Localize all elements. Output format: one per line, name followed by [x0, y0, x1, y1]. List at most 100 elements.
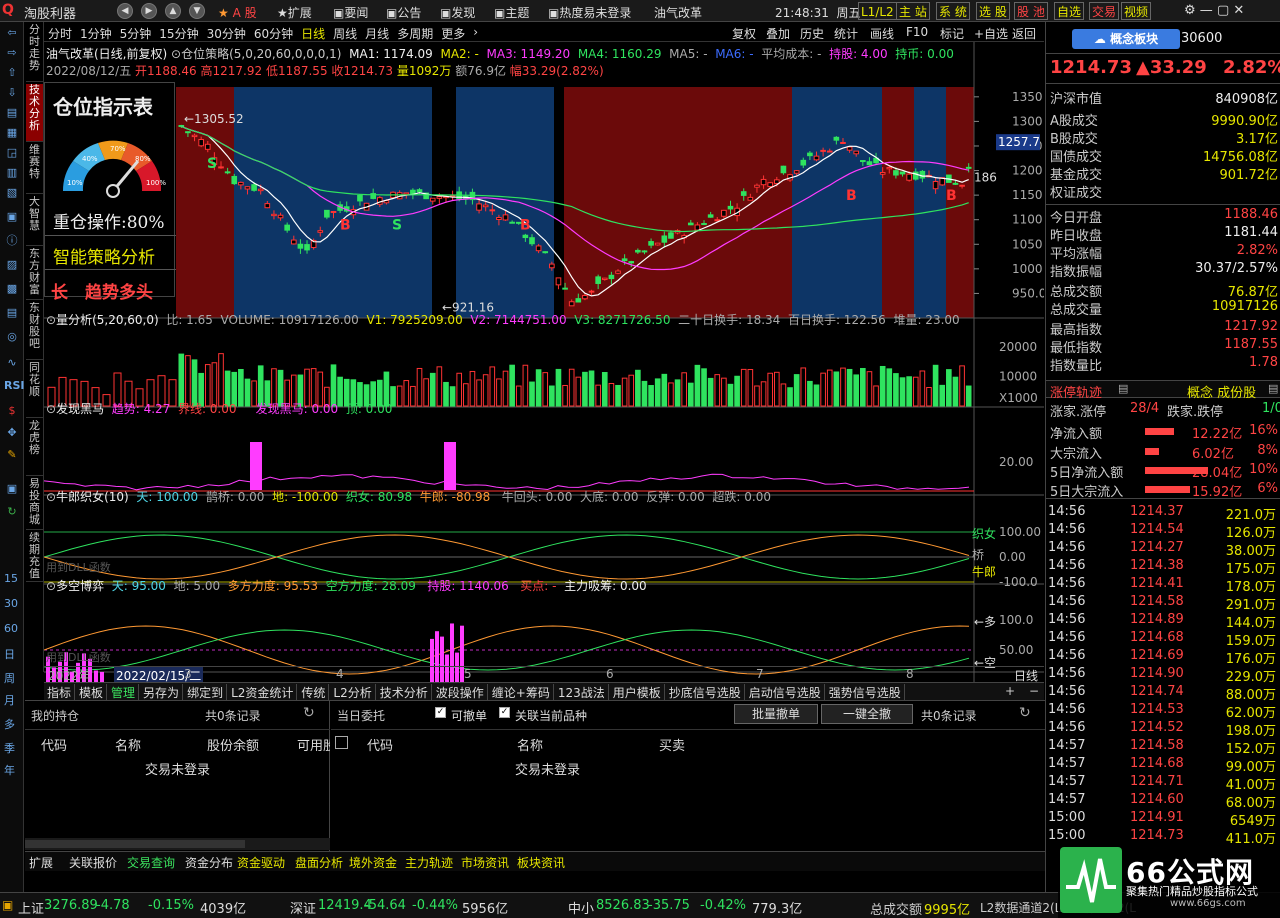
index-name[interactable]: 中小	[568, 898, 594, 917]
bottom-tab[interactable]: 板块资讯	[517, 854, 565, 871]
chart-tool-button[interactable]: 历史	[800, 25, 824, 42]
function-tab[interactable]: 模板	[79, 684, 108, 701]
limit-track-tab[interactable]: 涨停轨迹	[1050, 382, 1102, 401]
index-name[interactable]: 上证	[18, 898, 44, 917]
period-tab[interactable]: 月线	[365, 25, 389, 42]
nav-back-icon[interactable]: ◀	[117, 3, 133, 19]
vertical-tab[interactable]: 维赛特	[26, 144, 43, 194]
menu-a-shares[interactable]: ★ A 股	[218, 4, 257, 21]
bottom-tab[interactable]: 资金分布	[185, 854, 233, 871]
index-icon[interactable]: ▨	[4, 258, 20, 272]
function-tab[interactable]: 指标	[47, 684, 76, 701]
settings-icon[interactable]: ⚙	[1184, 3, 1196, 18]
menu-hot[interactable]: ▣热度易未登录	[548, 4, 631, 21]
menu-topic[interactable]: ▣主题	[494, 4, 529, 21]
menu-news[interactable]: ▣要闻	[333, 4, 368, 21]
period-tab[interactable]: 多周期	[397, 25, 433, 42]
top-button[interactable]: 自选	[1054, 2, 1085, 20]
period-tab[interactable]: 15分钟	[159, 25, 198, 42]
function-tab[interactable]: 管理	[111, 684, 140, 701]
fund-icon[interactable]: ▣	[4, 210, 20, 224]
period-shortcut[interactable]: 年	[4, 762, 15, 778]
refresh-icon[interactable]: ↻	[303, 705, 315, 721]
chevron-down-icon[interactable]: ⊙	[171, 47, 181, 61]
back-icon[interactable]: ⇦	[4, 26, 20, 40]
index-name[interactable]: 深证	[290, 898, 316, 917]
function-tab[interactable]: 绑定到	[187, 684, 228, 701]
maximize-icon[interactable]: ▢	[1217, 3, 1229, 18]
top-button[interactable]: 交易	[1089, 2, 1120, 20]
chevron-down-icon[interactable]: ⊙	[46, 402, 56, 416]
vertical-tab[interactable]: 大智慧	[26, 196, 43, 246]
vertical-tab[interactable]: 易投商城	[26, 478, 43, 530]
vertical-tab[interactable]: 龙虎榜	[26, 420, 43, 476]
menu-discover[interactable]: ▣发现	[440, 4, 475, 21]
period-shortcut[interactable]: 周	[4, 670, 15, 686]
top-button[interactable]: 系 统	[936, 2, 970, 20]
function-tab[interactable]: 缠论+筹码	[492, 684, 554, 701]
period-shortcut[interactable]: 60	[4, 622, 18, 635]
fs-icon[interactable]: ▣	[4, 482, 20, 496]
function-tab[interactable]: 技术分析	[380, 684, 432, 701]
dollar-icon[interactable]: $	[4, 404, 20, 418]
function-tab[interactable]: 123战法	[558, 684, 609, 701]
period-shortcut[interactable]: 30	[4, 597, 18, 610]
chevron-right-icon[interactable]: ›	[473, 25, 478, 39]
vertical-tab[interactable]: 东方财富	[26, 248, 43, 300]
nav-forward-icon[interactable]: ▶	[141, 3, 157, 19]
period-tab[interactable]: 5分钟	[120, 25, 152, 42]
function-tab[interactable]: 启动信号选股	[749, 684, 825, 701]
forward-icon[interactable]: ⇨	[4, 46, 20, 60]
bottom-tab[interactable]: 境外资金	[349, 854, 397, 871]
period-shortcut[interactable]: 月	[4, 692, 15, 708]
bottom-tab[interactable]: 资金驱动	[237, 854, 285, 871]
period-shortcut[interactable]: 季	[4, 740, 15, 756]
nav-up-icon[interactable]: ▲	[165, 3, 181, 19]
bottom-tab[interactable]: 交易查询	[127, 854, 175, 871]
chart-icon[interactable]: ◲	[4, 146, 20, 160]
period-tab[interactable]: 周线	[333, 25, 357, 42]
refresh-icon[interactable]: ↻	[1019, 705, 1031, 721]
top-button[interactable]: 主 站	[896, 2, 930, 20]
holdings-scrollbar[interactable]	[25, 838, 330, 850]
info-icon[interactable]: ⓘ	[4, 234, 20, 248]
pen-icon[interactable]: ✎	[4, 448, 20, 462]
function-tab[interactable]: 强势信号选股	[829, 684, 905, 701]
bottom-tab[interactable]: 盘面分析	[295, 854, 343, 871]
period-shortcut[interactable]: 日	[4, 646, 15, 662]
fiz-icon[interactable]: ▩	[4, 282, 20, 296]
vertical-tab[interactable]: 技术分析	[26, 84, 43, 142]
period-tab[interactable]: 1分钟	[80, 25, 112, 42]
move-icon[interactable]: ✥	[4, 426, 20, 440]
expand-icon[interactable]: ▤	[1118, 382, 1128, 395]
period-tab[interactable]: 分时	[48, 25, 72, 42]
function-tab[interactable]: L2分析	[333, 684, 376, 701]
refresh-icon[interactable]: ↻	[4, 505, 20, 519]
target-icon[interactable]: ◎	[4, 330, 20, 344]
bottom-tab[interactable]: 主力轨迹	[405, 854, 453, 871]
function-tab[interactable]: 传统	[301, 684, 330, 701]
candle-icon[interactable]: ▥	[4, 166, 20, 180]
expand-icon[interactable]: ▤	[1268, 382, 1278, 395]
chart-line-icon[interactable]: ∿	[4, 356, 20, 370]
function-tab[interactable]: 用户模板	[613, 684, 665, 701]
close-icon[interactable]: ✕	[1233, 3, 1244, 18]
up-icon[interactable]: ⇧	[4, 66, 20, 80]
link-checkbox[interactable]: ✓	[499, 707, 510, 718]
menu-sector[interactable]: 油气改革	[654, 4, 702, 21]
period-tab[interactable]: 60分钟	[254, 25, 293, 42]
down-icon[interactable]: ⇩	[4, 86, 20, 100]
top-button[interactable]: L1/L2	[858, 2, 897, 20]
vertical-tab[interactable]: 东财股吧	[26, 302, 43, 360]
batch-cancel-button[interactable]: 批量撤单	[734, 704, 818, 724]
chevron-down-icon[interactable]: ⊙	[46, 579, 56, 593]
top-button[interactable]: 选 股	[976, 2, 1010, 20]
chart-tool-button[interactable]: F10	[906, 25, 928, 39]
bottom-tab[interactable]: 市场资讯	[461, 854, 509, 871]
top-button[interactable]: 视频	[1121, 2, 1152, 20]
top-button[interactable]: 股 池	[1014, 2, 1048, 20]
table-icon[interactable]: ▦	[4, 126, 20, 140]
news-icon[interactable]: ▤	[4, 106, 20, 120]
chart-tool-button[interactable]: 叠加	[766, 25, 790, 42]
menu-announcement[interactable]: ▣公告	[386, 4, 421, 21]
